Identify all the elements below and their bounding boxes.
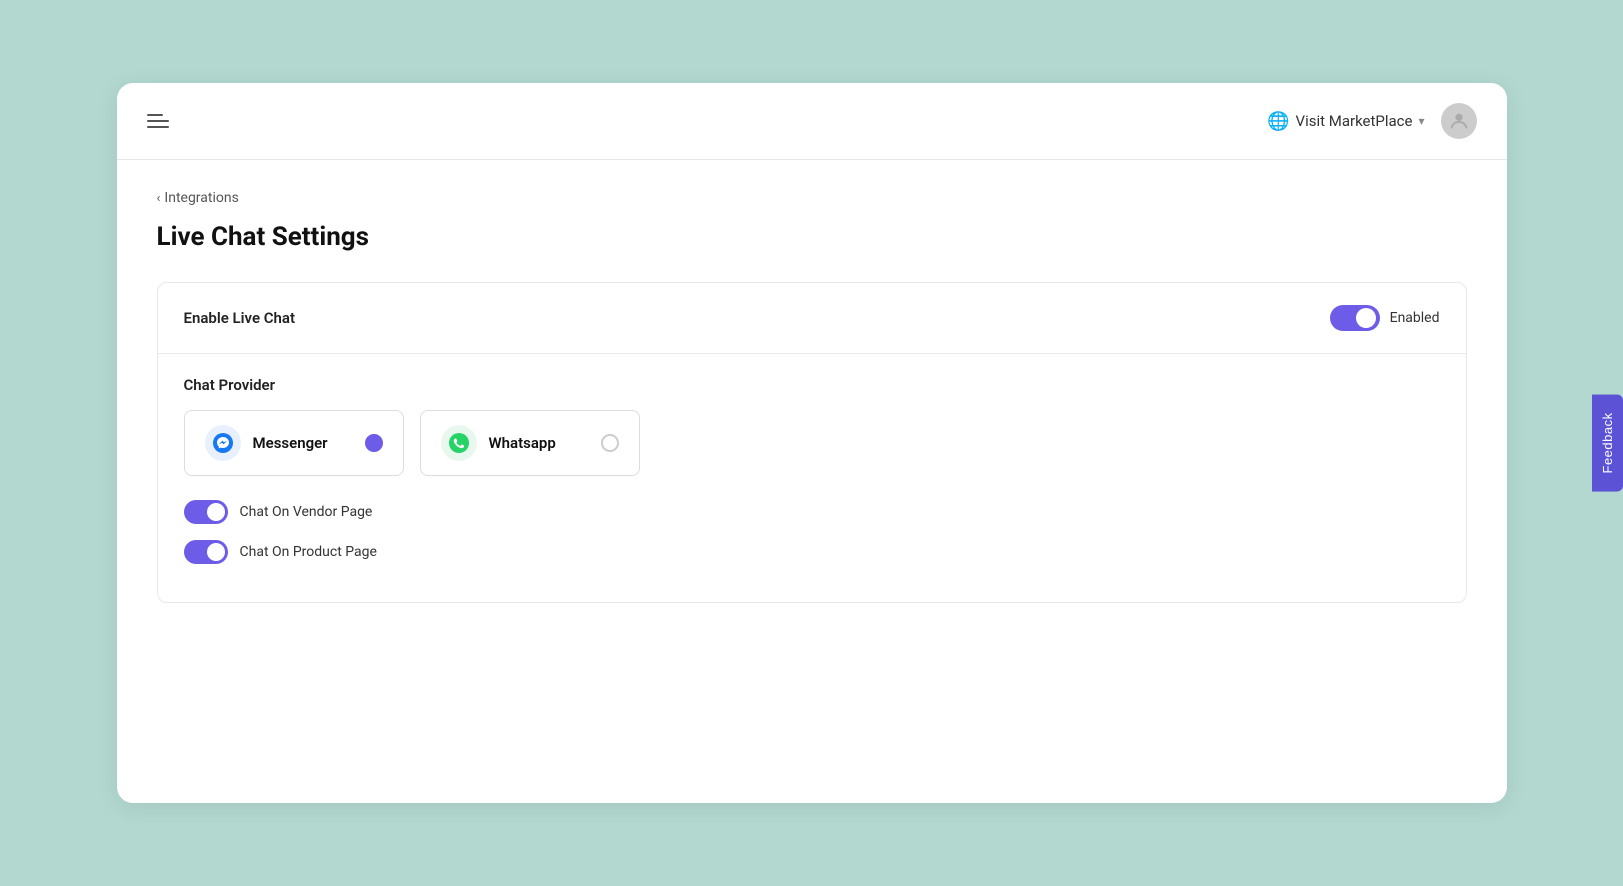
globe-icon: 🌐 (1267, 111, 1289, 132)
enable-live-chat-toggle[interactable] (1330, 305, 1380, 331)
chat-product-page-row: Chat On Product Page (184, 540, 1440, 564)
header-right: 🌐 Visit MarketPlace ▾ (1267, 103, 1476, 139)
header: 🌐 Visit MarketPlace ▾ (117, 83, 1507, 160)
visit-marketplace-button[interactable]: 🌐 Visit MarketPlace ▾ (1267, 111, 1424, 132)
page-title: Live Chat Settings (157, 222, 1467, 252)
main-container: 🌐 Visit MarketPlace ▾ ‹ Integrations Liv… (117, 83, 1507, 803)
enable-live-chat-label: Enable Live Chat (184, 309, 296, 327)
enable-live-chat-status: Enabled (1390, 310, 1440, 326)
breadcrumb-chevron-icon: ‹ (157, 191, 161, 206)
whatsapp-radio[interactable] (601, 434, 619, 452)
visit-marketplace-label: Visit MarketPlace (1296, 112, 1413, 130)
chat-product-page-label: Chat On Product Page (240, 544, 377, 560)
chat-provider-section: Chat Provider Messenger (158, 354, 1466, 602)
messenger-icon (205, 425, 241, 461)
provider-cards: Messenger Whatsapp (184, 410, 1440, 476)
content-area: ‹ Integrations Live Chat Settings Enable… (117, 160, 1507, 803)
whatsapp-icon (441, 425, 477, 461)
settings-card: Enable Live Chat Enabled Chat Provider (157, 282, 1467, 603)
messenger-provider-name: Messenger (253, 434, 328, 452)
avatar[interactable] (1441, 103, 1477, 139)
chat-vendor-page-toggle[interactable] (184, 500, 228, 524)
chat-provider-label: Chat Provider (184, 376, 1440, 394)
chat-vendor-page-row: Chat On Vendor Page (184, 500, 1440, 524)
whatsapp-provider-name: Whatsapp (489, 434, 556, 452)
enable-live-chat-toggle-group: Enabled (1330, 305, 1440, 331)
chat-product-page-toggle[interactable] (184, 540, 228, 564)
chevron-down-icon: ▾ (1418, 114, 1424, 128)
messenger-provider-card[interactable]: Messenger (184, 410, 404, 476)
breadcrumb-label: Integrations (164, 190, 238, 206)
messenger-radio[interactable] (365, 434, 383, 452)
whatsapp-provider-card[interactable]: Whatsapp (420, 410, 640, 476)
chat-vendor-page-label: Chat On Vendor Page (240, 504, 373, 520)
menu-icon[interactable] (147, 114, 169, 128)
enable-live-chat-row: Enable Live Chat Enabled (158, 283, 1466, 354)
breadcrumb[interactable]: ‹ Integrations (157, 190, 1467, 206)
